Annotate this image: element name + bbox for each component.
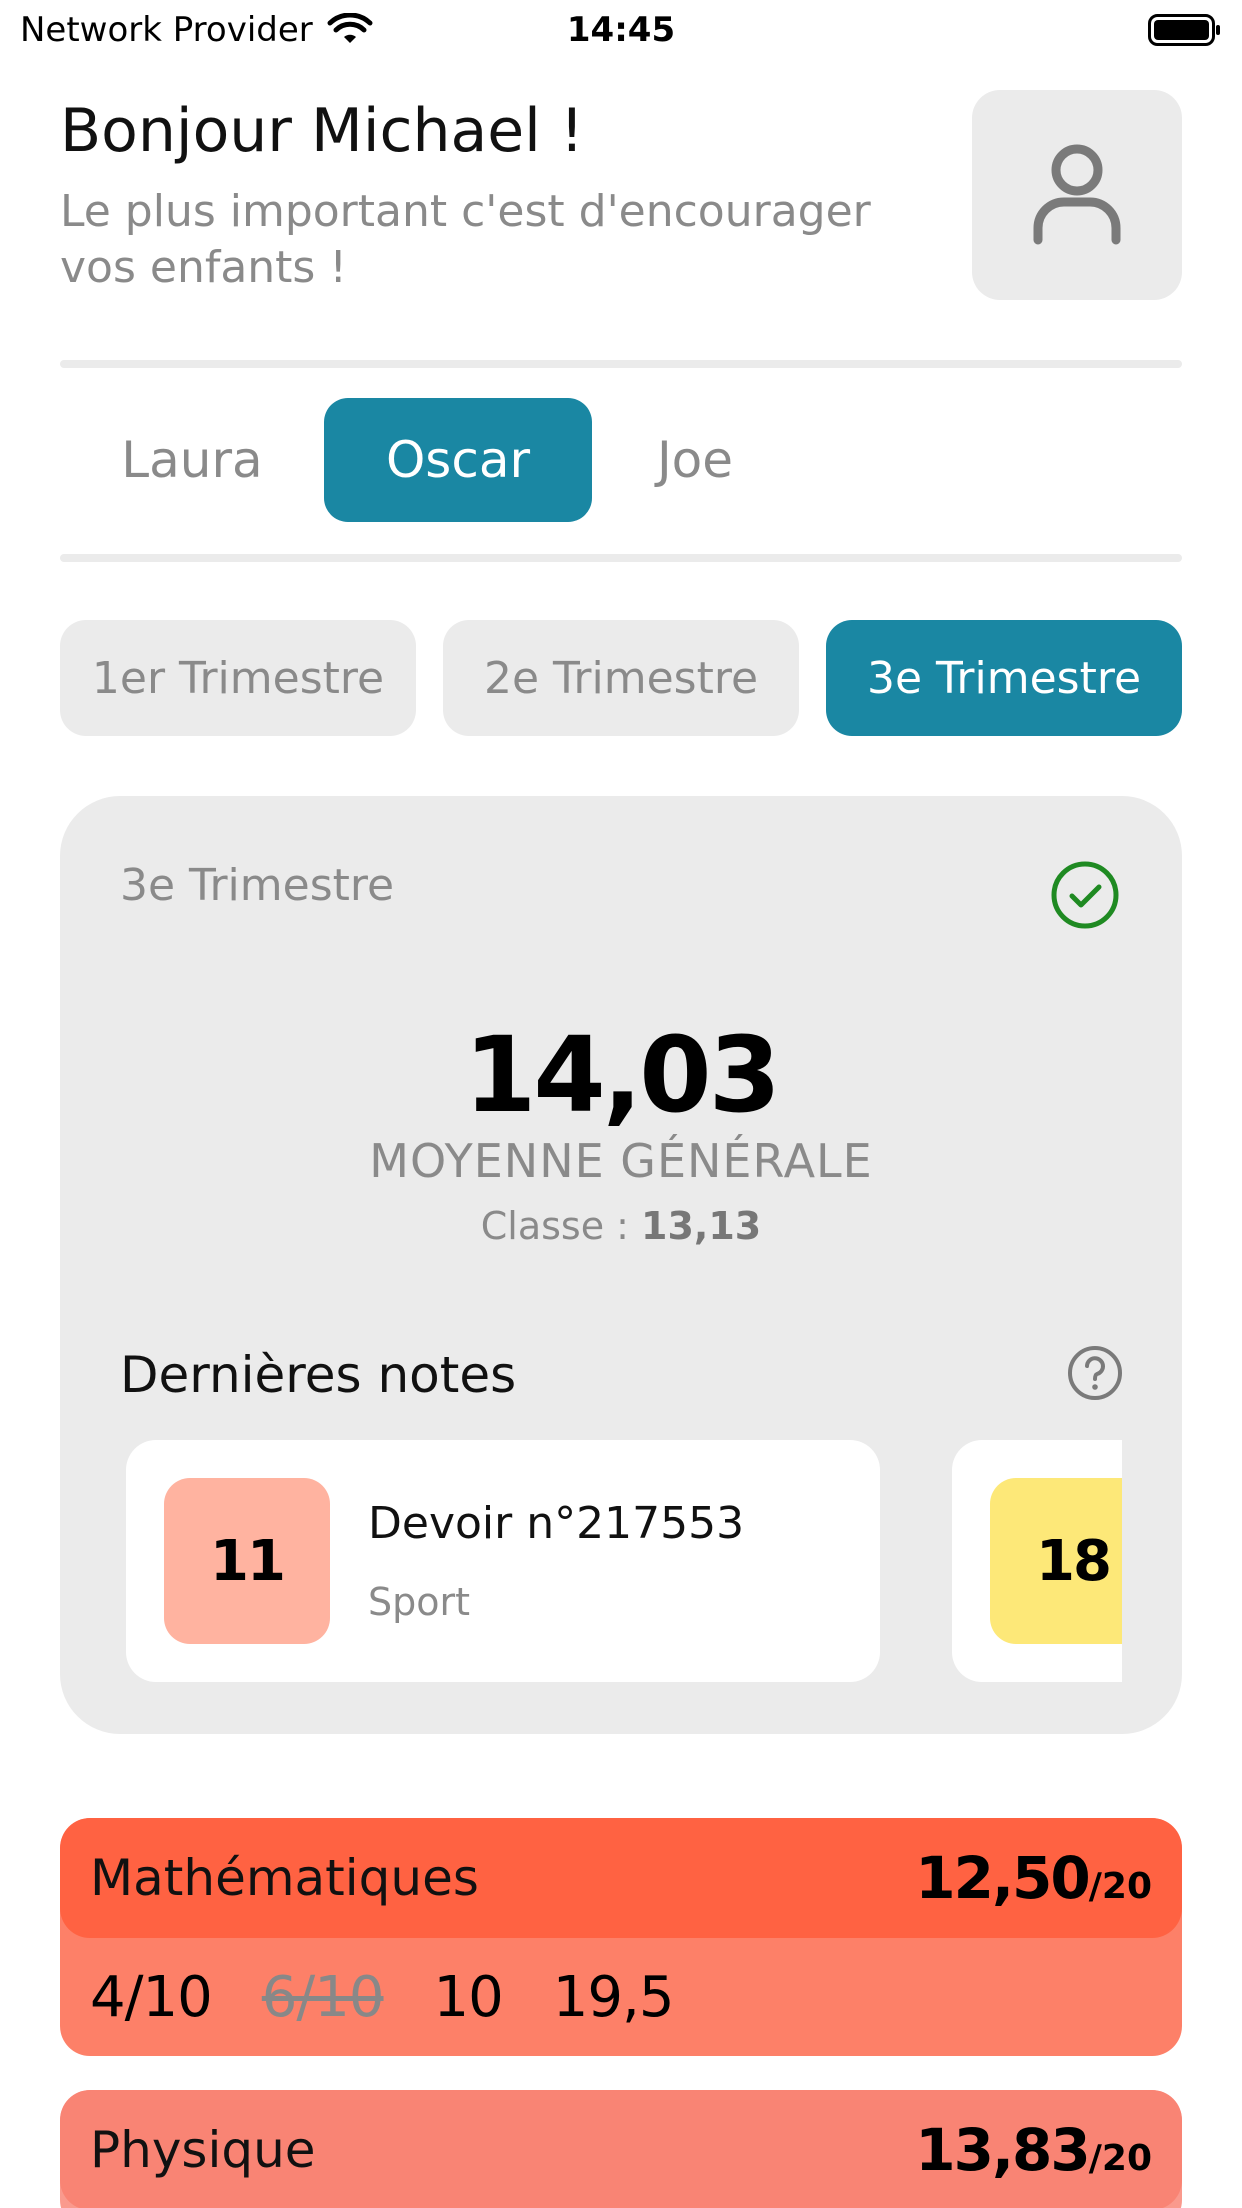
subject-average-scale: /20 — [1088, 1866, 1152, 1907]
recent-notes-carousel[interactable]: 11 Devoir n°217553 Sport 18 — [126, 1440, 1122, 1686]
child-tabs: Laura Oscar Joe — [60, 398, 798, 522]
subject-average-value: 12,50 — [915, 1844, 1090, 1912]
trimester-tab-2[interactable]: 2e Trimestre — [443, 620, 799, 736]
grade-excluded: 6/10 — [261, 1964, 385, 2030]
subject-average: 13,83/20 — [915, 2116, 1152, 2184]
trimester-tab-1[interactable]: 1er Trimestre — [60, 620, 416, 736]
subject-header: Physique 13,83/20 — [60, 2090, 1182, 2208]
status-time: 14:45 — [566, 10, 676, 50]
card-title: 3e Trimestre — [120, 860, 395, 911]
subject-header: Mathématiques 12,50/20 — [60, 1818, 1182, 1938]
subject-average-scale: /20 — [1088, 2138, 1152, 2179]
greeting-subtitle: Le plus important c'est d'encourager vos… — [60, 186, 871, 293]
greeting-title: Bonjour Michael ! — [60, 96, 584, 166]
child-tab-joe[interactable]: Joe — [592, 398, 798, 522]
grade: 10 — [433, 1964, 504, 2030]
grade: 4/10 — [90, 1964, 213, 2030]
divider — [60, 554, 1182, 562]
trimester-summary-card: 3e Trimestre 14,03 MOYENNE GÉNÉRALE Clas… — [60, 796, 1182, 1734]
class-average-prefix: Classe : — [480, 1204, 642, 1248]
child-tab-oscar[interactable]: Oscar — [324, 398, 592, 522]
trimester-tab-3[interactable]: 3e Trimestre — [826, 620, 1182, 736]
battery-icon — [1148, 14, 1220, 46]
status-bar: Network Provider 14:45 — [0, 0, 1242, 62]
note-title: Devoir n°217553 — [368, 1498, 745, 1549]
general-average: 14,03 — [464, 1014, 781, 1136]
subject-name: Mathématiques — [90, 1849, 479, 1907]
subject-average-value: 13,83 — [915, 2116, 1090, 2184]
note-grade-badge: 18 — [990, 1478, 1122, 1644]
question-circle-icon[interactable] — [1066, 1344, 1124, 1402]
divider — [60, 360, 1182, 368]
trimester-tabs: 1er Trimestre 2e Trimestre 3e Trimestre — [60, 620, 1182, 736]
class-average: Classe : 13,13 — [60, 1204, 1182, 1248]
subject-grades: 4/10 6/10 10 19,5 — [60, 1938, 1182, 2056]
subject-card-mathematiques[interactable]: Mathématiques 12,50/20 4/10 6/10 10 19,5 — [60, 1818, 1182, 2056]
recent-note-card[interactable]: 11 Devoir n°217553 Sport — [126, 1440, 880, 1682]
recent-notes-title: Dernières notes — [120, 1346, 517, 1404]
note-grade-badge: 11 — [164, 1478, 330, 1644]
profile-button[interactable] — [972, 90, 1182, 300]
grade: 19,5 — [552, 1964, 675, 2030]
note-subject: Sport — [368, 1580, 471, 1624]
subject-name: Physique — [90, 2121, 316, 2179]
child-tab-laura[interactable]: Laura — [60, 398, 324, 522]
class-average-value: 13,13 — [641, 1204, 762, 1248]
recent-note-card[interactable]: 18 — [952, 1440, 1122, 1682]
check-circle-icon — [1051, 861, 1119, 929]
general-average-label: MOYENNE GÉNÉRALE — [369, 1134, 873, 1188]
user-icon — [1033, 144, 1121, 245]
subject-card-physique[interactable]: Physique 13,83/20 — [60, 2090, 1182, 2208]
subject-average: 12,50/20 — [915, 1844, 1152, 1912]
